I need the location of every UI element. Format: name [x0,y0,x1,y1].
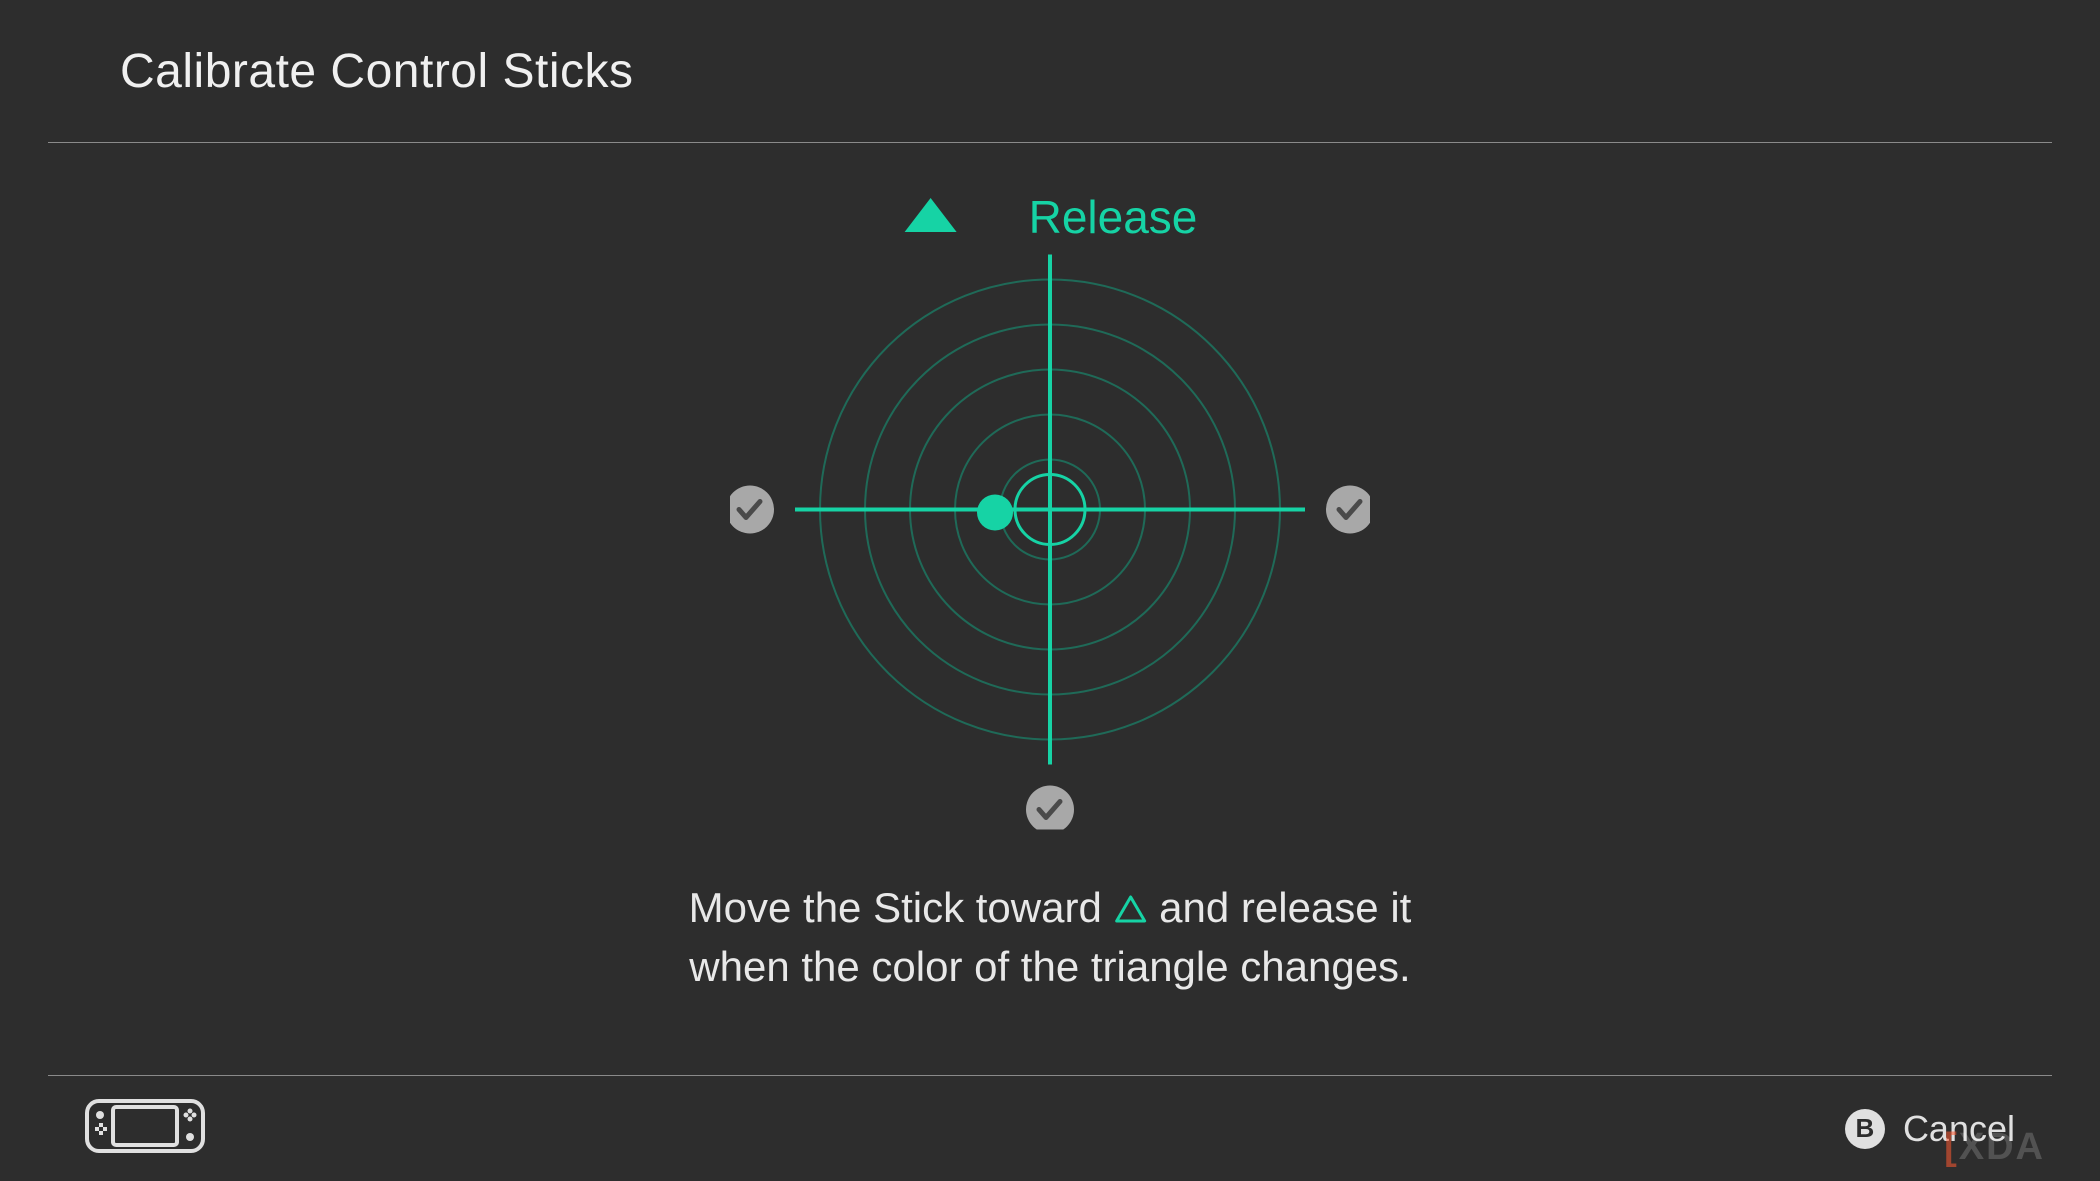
calibration-target[interactable] [730,190,1370,835]
cancel-label: Cancel [1903,1108,2015,1150]
page-title: Calibrate Control Sticks [120,44,634,99]
stick-position-dot [977,495,1013,531]
instruction-line1-post: and release it [1159,884,1411,931]
checkmark-down-icon [1026,786,1074,830]
checkmark-right-icon [1326,486,1370,534]
instruction-line1-pre: Move the Stick toward [689,884,1114,931]
calibration-area: Release [0,142,2100,1076]
header-bar: Calibrate Control Sticks [0,0,2100,142]
b-button-icon: B [1845,1109,1885,1149]
footer-bar: B Cancel [0,1076,2100,1181]
controller-icon [85,1097,205,1160]
cancel-button[interactable]: B Cancel [1845,1108,2015,1150]
checkmark-left-icon [730,486,774,534]
instruction-text: Move the Stick toward and release it whe… [689,880,1412,995]
crosshair-icon [795,255,1305,765]
instruction-line2: when the color of the triangle changes. [689,939,1412,996]
triangle-outline-icon [1114,882,1148,939]
